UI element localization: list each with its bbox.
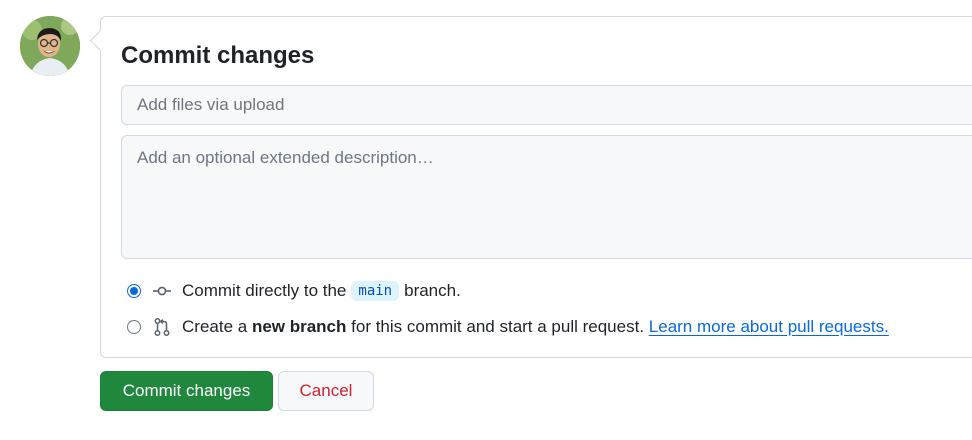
new-branch-option[interactable]: Create a new branch for this commit and …: [125, 315, 889, 339]
card-pointer: [89, 29, 112, 52]
commit-description-input[interactable]: [121, 135, 972, 259]
learn-more-pull-requests-link[interactable]: Learn more about pull requests.: [649, 317, 889, 337]
user-avatar[interactable]: [20, 16, 80, 76]
git-commit-icon: [152, 283, 172, 299]
commit-direct-text: Commit directly to the: [182, 281, 347, 300]
commit-direct-radio[interactable]: [127, 284, 141, 298]
cancel-button[interactable]: Cancel: [278, 371, 374, 411]
commit-changes-button[interactable]: Commit changes: [100, 371, 273, 411]
new-branch-text: Create a: [182, 317, 248, 336]
commit-direct-text-end: branch.: [404, 281, 461, 300]
commit-form-title: Commit changes: [121, 42, 315, 69]
new-branch-text-end: for this commit and start a pull request…: [351, 317, 645, 336]
avatar-image: [20, 16, 80, 76]
commit-summary-input[interactable]: [121, 85, 972, 125]
branch-name-badge: main: [351, 281, 400, 301]
commit-direct-option[interactable]: Commit directly to the main branch.: [125, 279, 461, 303]
new-branch-radio[interactable]: [127, 320, 141, 334]
git-pull-request-icon: [152, 318, 172, 336]
commit-form-card: Commit changes Commit directly to the ma…: [89, 16, 972, 358]
new-branch-bold: new branch: [251, 317, 347, 336]
